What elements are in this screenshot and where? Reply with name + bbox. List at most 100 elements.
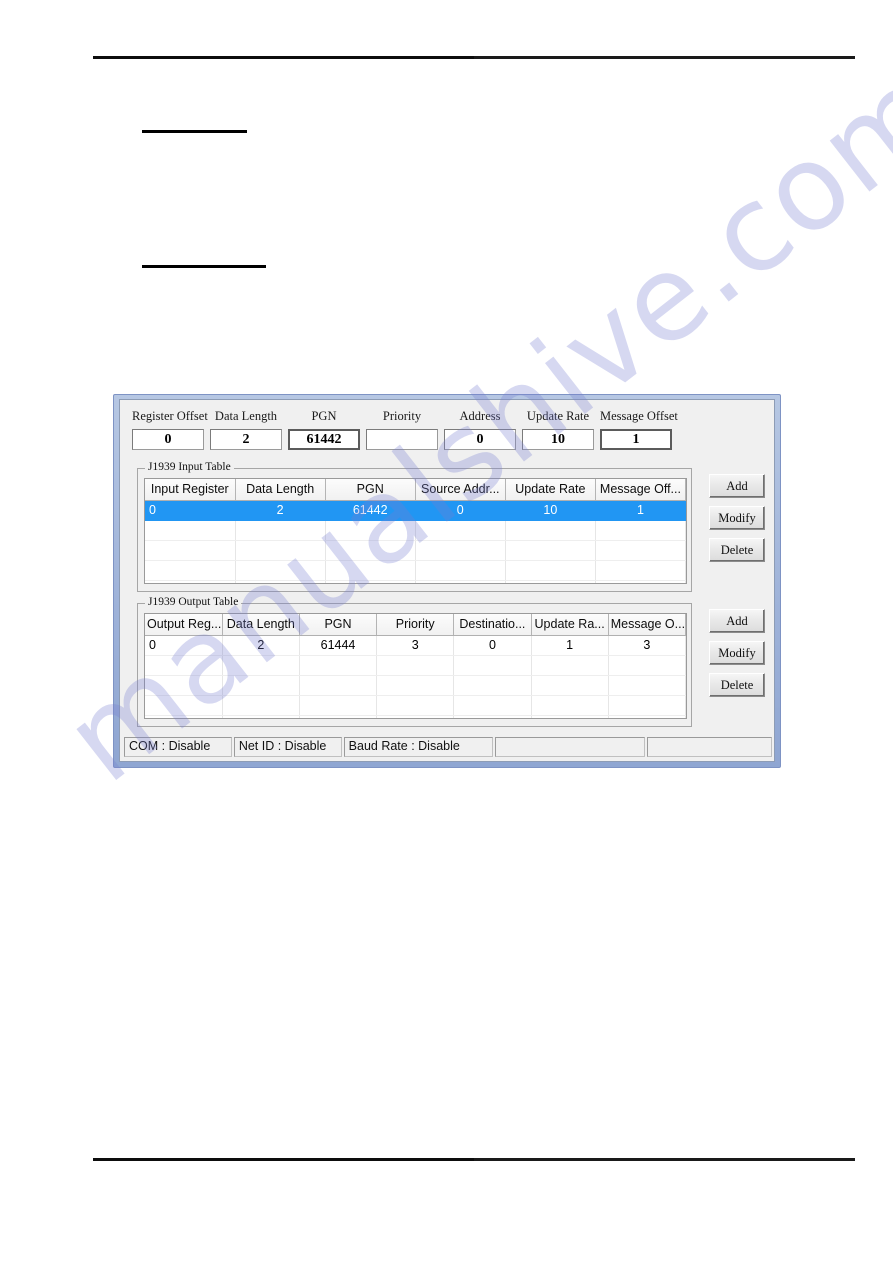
input-table-cell[interactable]: 1 [595, 500, 686, 521]
param-input-address[interactable]: 0 [444, 429, 516, 450]
input-table-cell[interactable] [325, 540, 416, 561]
input-table-cell[interactable] [235, 520, 326, 541]
output-table-cell[interactable] [299, 715, 378, 718]
output-table-cell[interactable] [145, 715, 223, 718]
param-input-update-rate[interactable]: 10 [522, 429, 594, 450]
output-table-column-header[interactable]: Destinatio... [453, 614, 532, 636]
input-table-modify-button[interactable]: Modify [709, 506, 765, 530]
output-table-cell[interactable] [376, 675, 455, 696]
input-table-cell[interactable] [595, 580, 686, 583]
param-input-pgn[interactable]: 61442 [288, 429, 360, 450]
output-table-cell[interactable] [531, 715, 609, 718]
output-table-cell[interactable] [608, 695, 686, 716]
output-table-cell[interactable] [222, 675, 300, 696]
output-table-add-button[interactable]: Add [709, 609, 765, 633]
output-table-row[interactable] [145, 715, 686, 718]
input-table-cell[interactable] [145, 540, 236, 561]
output-table-column-header[interactable]: Update Ra... [531, 614, 609, 636]
output-table-cell[interactable] [608, 655, 686, 676]
output-table-cell[interactable] [376, 695, 455, 716]
output-table-row[interactable] [145, 655, 686, 676]
input-table-cell[interactable]: 10 [505, 500, 596, 521]
output-table-row[interactable] [145, 675, 686, 696]
output-table-cell[interactable]: 0 [145, 635, 223, 656]
output-table-cell[interactable]: 3 [376, 635, 455, 656]
input-table-cell[interactable] [235, 580, 326, 583]
output-table-cell[interactable] [222, 655, 300, 676]
input-table-cell[interactable]: 0 [145, 500, 236, 521]
param-input-data-length[interactable]: 2 [210, 429, 282, 450]
output-table-delete-button[interactable]: Delete [709, 673, 765, 697]
output-table-column-header[interactable]: Message O... [608, 614, 686, 636]
output-table-cell[interactable] [531, 675, 609, 696]
output-table-cell[interactable] [299, 655, 378, 676]
param-input-priority[interactable] [366, 429, 438, 450]
output-table-cell[interactable] [608, 715, 686, 718]
param-input-register-offset[interactable]: 0 [132, 429, 204, 450]
input-table-cell[interactable] [145, 580, 236, 583]
input-table-row[interactable] [145, 560, 686, 581]
output-table-cell[interactable] [376, 655, 455, 676]
output-table-row[interactable]: 0 2 61444 3 0 1 3 [145, 635, 686, 656]
output-table-cell[interactable] [145, 695, 223, 716]
output-table-grid[interactable]: Output Reg... Data Length PGN Priority Desti… [144, 613, 687, 719]
output-table-column-header[interactable]: Priority [376, 614, 455, 636]
output-table-cell[interactable] [453, 655, 532, 676]
input-table-add-button[interactable]: Add [709, 474, 765, 498]
input-table-column-header[interactable]: Data Length [235, 479, 326, 501]
param-input-message-offset[interactable]: 1 [600, 429, 672, 450]
input-table-cell[interactable] [505, 560, 596, 581]
output-table-cell[interactable] [531, 695, 609, 716]
output-table-cell[interactable]: 0 [453, 635, 532, 656]
output-table-cell[interactable]: 61444 [299, 635, 378, 656]
input-table-cell[interactable] [325, 560, 416, 581]
input-table-cell[interactable] [595, 560, 686, 581]
output-table-cell[interactable] [299, 675, 378, 696]
output-table-cell[interactable] [299, 695, 378, 716]
input-table-column-header[interactable]: Input Register [145, 479, 236, 501]
output-table-cell[interactable] [376, 715, 455, 718]
output-table-cell[interactable] [145, 675, 223, 696]
input-table-column-header[interactable]: Update Rate [505, 479, 596, 501]
input-table-cell[interactable] [505, 540, 596, 561]
input-table-delete-button[interactable]: Delete [709, 538, 765, 562]
input-table-cell[interactable] [415, 540, 506, 561]
input-table-cell[interactable]: 2 [235, 500, 326, 521]
input-table-cell[interactable] [505, 580, 596, 583]
output-table-column-header[interactable]: PGN [299, 614, 378, 636]
input-table-cell[interactable] [415, 580, 506, 583]
input-table-cell[interactable] [145, 560, 236, 581]
output-table-cell[interactable]: 1 [531, 635, 609, 656]
output-table-column-header[interactable]: Data Length [222, 614, 300, 636]
input-table-cell[interactable] [145, 520, 236, 541]
output-table-cell[interactable] [453, 715, 532, 718]
output-table-cell[interactable] [608, 675, 686, 696]
output-table-column-header[interactable]: Output Reg... [145, 614, 223, 636]
input-table-cell[interactable] [235, 560, 326, 581]
output-table-cell[interactable]: 2 [222, 635, 300, 656]
input-table-cell[interactable] [415, 560, 506, 581]
input-table-column-header[interactable]: PGN [325, 479, 416, 501]
input-table-cell[interactable] [505, 520, 596, 541]
input-table-column-header[interactable]: Source Addr... [415, 479, 506, 501]
output-table-cell[interactable] [453, 695, 532, 716]
output-table-cell[interactable] [222, 715, 300, 718]
output-table-cell[interactable] [222, 695, 300, 716]
output-table-cell[interactable] [453, 675, 532, 696]
output-table-cell[interactable]: 3 [608, 635, 686, 656]
input-table-row[interactable] [145, 520, 686, 541]
output-table-cell[interactable] [531, 655, 609, 676]
input-table-cell[interactable] [235, 540, 326, 561]
input-table-cell[interactable] [325, 520, 416, 541]
input-table-cell[interactable]: 61442 [325, 500, 416, 521]
output-table-row[interactable] [145, 695, 686, 716]
input-table-column-header[interactable]: Message Off... [595, 479, 686, 501]
input-table[interactable]: Input Register Data Length PGN Source Addr.… [145, 479, 686, 583]
input-table-row[interactable] [145, 540, 686, 561]
input-table-cell[interactable] [595, 540, 686, 561]
input-table-cell[interactable] [325, 580, 416, 583]
input-table-cell[interactable] [595, 520, 686, 541]
output-table-modify-button[interactable]: Modify [709, 641, 765, 665]
input-table-cell[interactable] [415, 520, 506, 541]
input-table-grid[interactable]: Input Register Data Length PGN Source Addr.… [144, 478, 687, 584]
